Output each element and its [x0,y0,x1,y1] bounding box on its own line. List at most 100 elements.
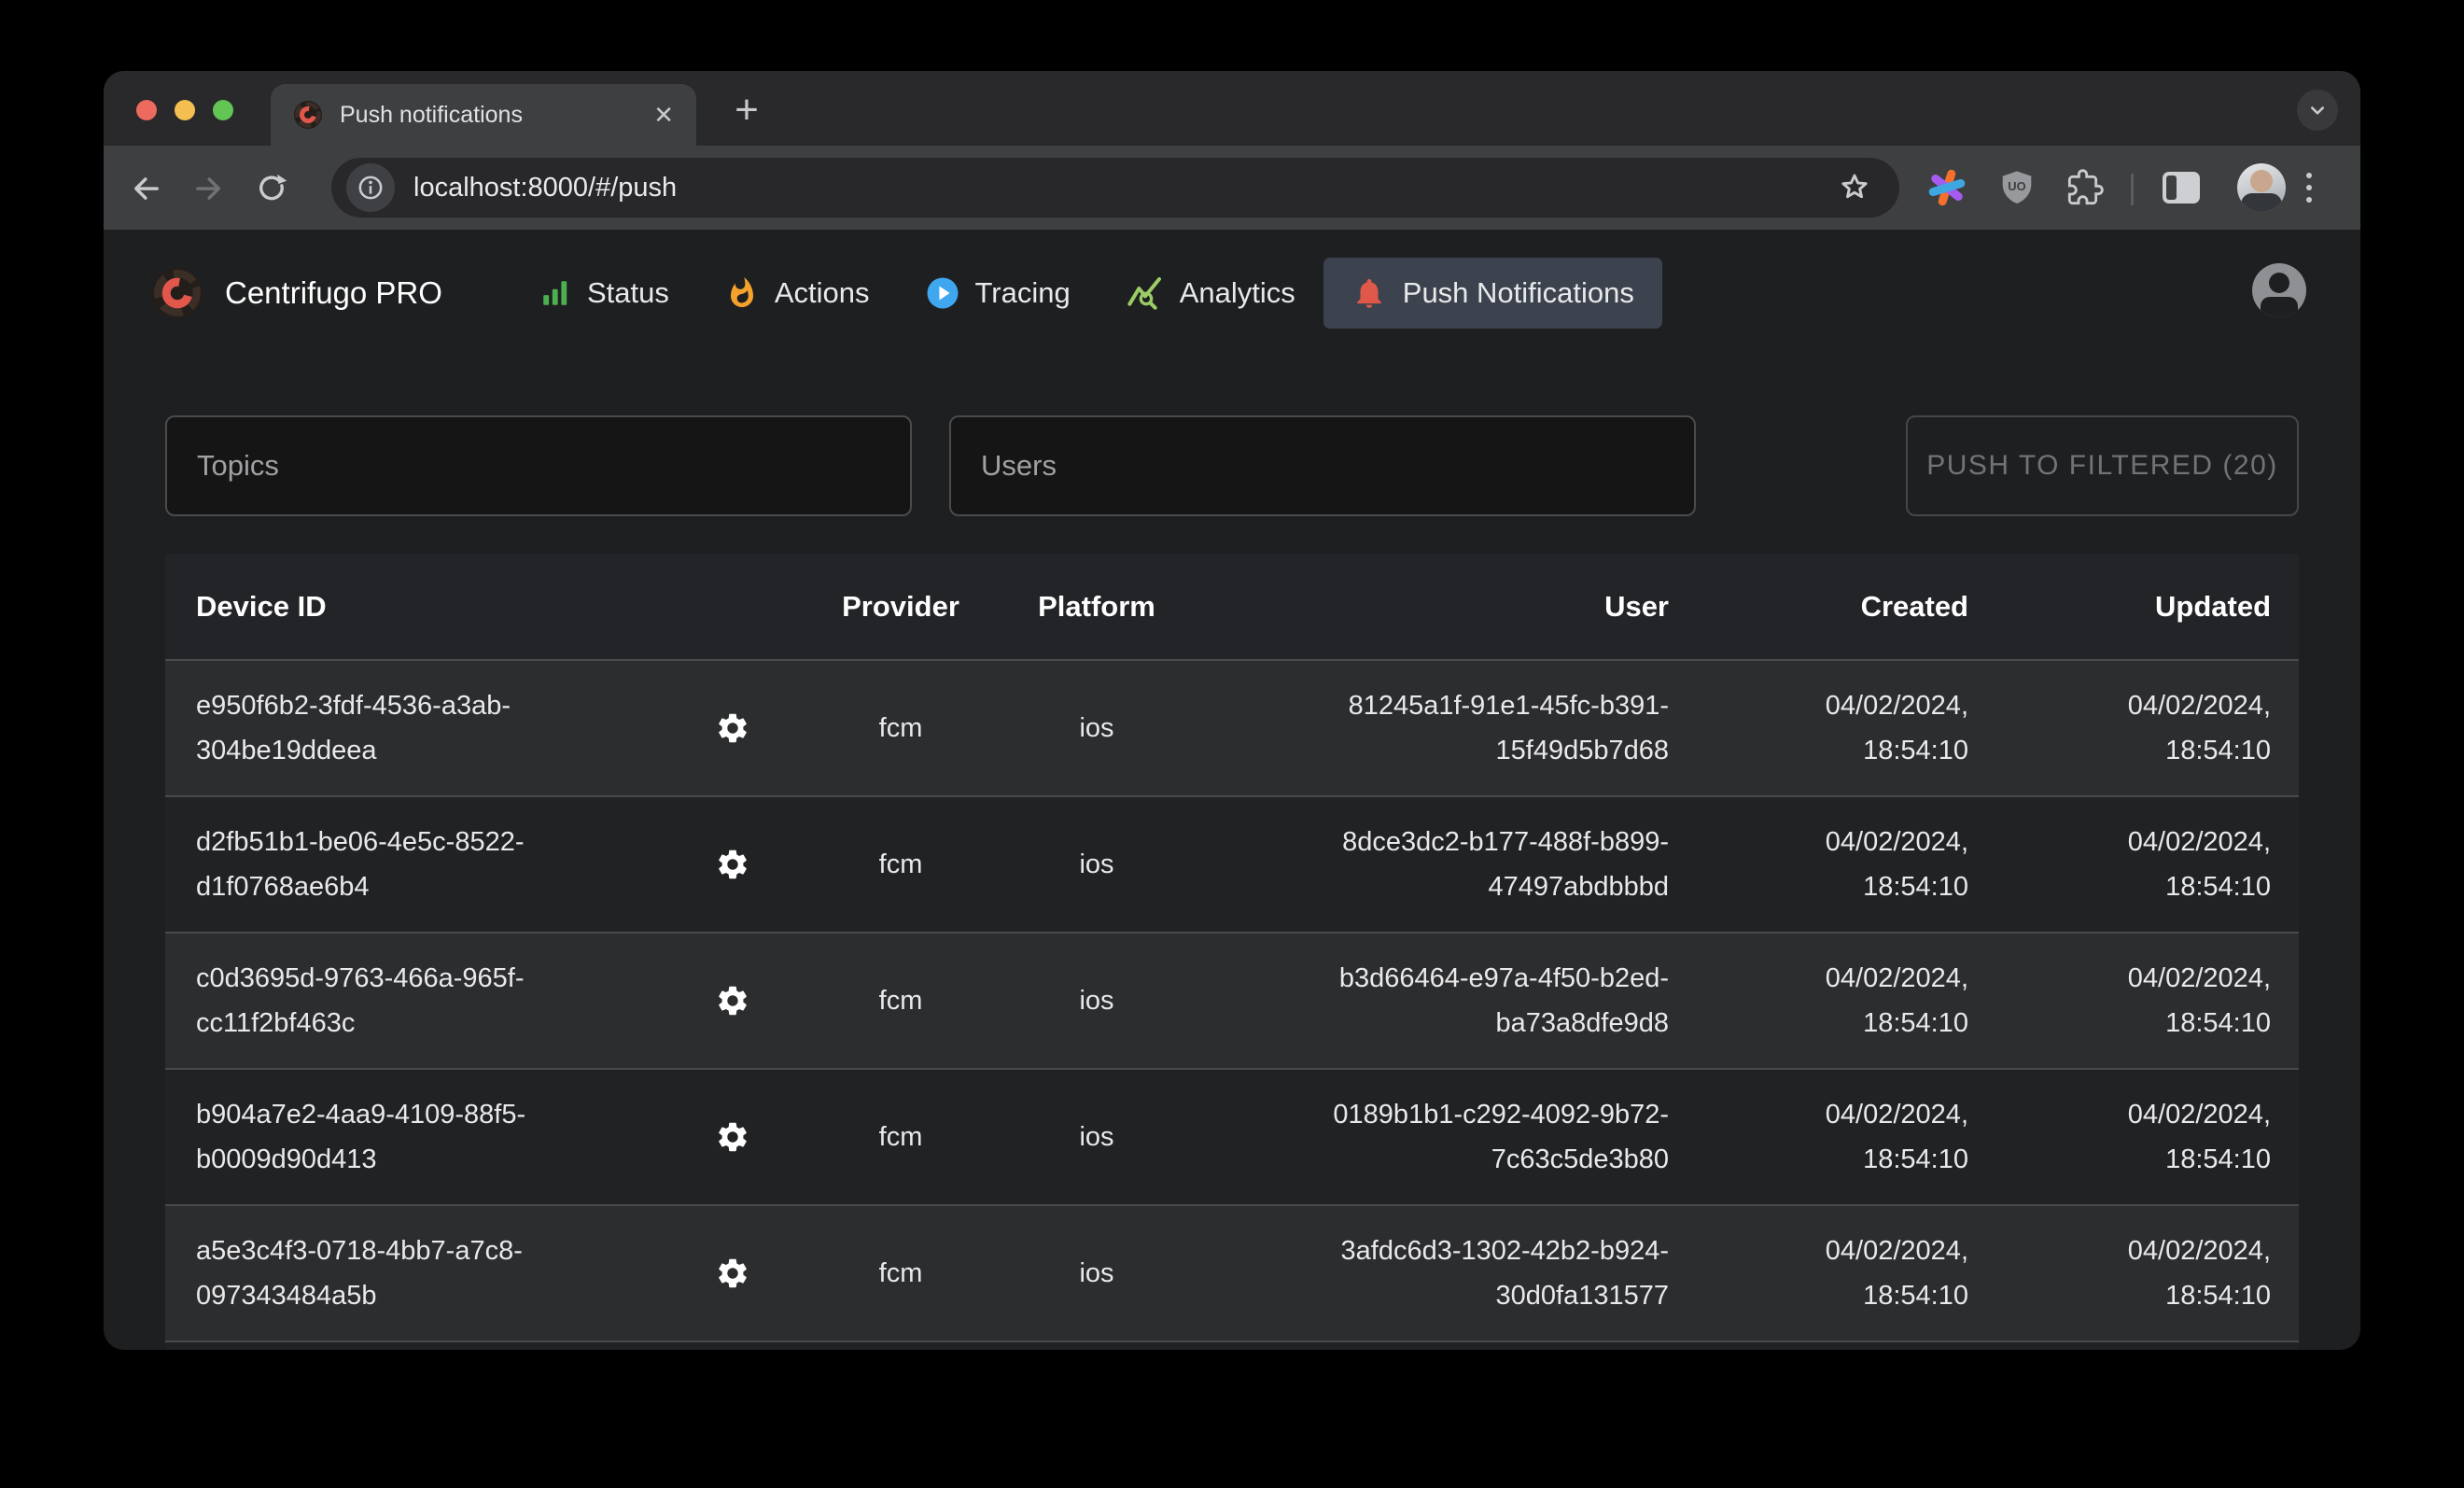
nav-item-tracing[interactable]: Tracing [898,258,1099,329]
created-cell: 04/02/2024, 18:54:10 [1700,956,1968,1046]
user-cell: 3afdc6d3-1302-42b2-b924-30d0fa131577 [1195,1228,1700,1318]
table-row: c0d3695d-9763-466a-965f-cc11f2bf463c fcm… [165,934,2299,1070]
tab-close-icon[interactable]: ✕ [653,103,674,127]
table-row: b904a7e2-4aa9-4109-88f5-b0009d90d413 fcm… [165,1070,2299,1206]
user-cell: 8dce3dc2-b177-488f-b899-47497abdbbbd [1195,820,1700,909]
users-input[interactable] [949,415,1696,516]
gear-icon [715,1119,750,1155]
kebab-dot [2306,197,2312,203]
back-button[interactable] [130,172,163,205]
device-id-cell: d2fb51b1-be06-4e5c-8522-d1f0768ae6b4 [165,820,663,909]
gear-icon [715,1256,750,1291]
platform-cell: ios [999,1258,1195,1289]
reload-icon [255,172,288,205]
back-arrow-icon [130,172,163,205]
provider-cell: fcm [803,986,999,1017]
bookmark-star-button[interactable] [1838,171,1871,204]
user-cell: 81245a1f-91e1-45fc-b391-15f49d5b7d68 [1195,683,1700,773]
toolbar-divider [2131,174,2134,205]
browser-tab[interactable]: Push notifications ✕ [271,84,696,146]
kebab-dot [2306,173,2312,178]
updated-cell: 04/02/2024, 18:54:10 [1968,1228,2299,1318]
nav-label: Actions [775,276,870,310]
device-settings-button[interactable] [663,847,803,882]
col-header-provider: Provider [803,590,999,624]
device-id-cell: b904a7e2-4aa9-4109-88f5-b0009d90d413 [165,1092,663,1182]
device-settings-button[interactable] [663,1119,803,1155]
updated-cell: 04/02/2024, 18:54:10 [1968,956,2299,1046]
brand-name: Centrifugo PRO [225,275,442,311]
table-row-clipped [165,1342,2299,1350]
device-id-cell: e950f6b2-3fdf-4536-a3ab-304be19ddeea [165,683,663,773]
provider-cell: fcm [803,1122,999,1153]
gear-icon [715,847,750,882]
bar-chart-icon [539,277,571,309]
new-tab-button[interactable]: + [723,88,770,134]
info-icon [355,172,386,204]
star-icon [1838,171,1871,204]
analytics-zigzag-icon [1127,274,1164,312]
tab-title: Push notifications [340,102,653,129]
puzzle-icon [2066,169,2104,206]
table-row: a5e3c4f3-0718-4bb7-a7c8-097343484a5b fcm… [165,1206,2299,1342]
table-row: d2fb51b1-be06-4e5c-8522-d1f0768ae6b4 fcm… [165,797,2299,934]
platform-cell: ios [999,986,1195,1017]
table-row: e950f6b2-3fdf-4536-a3ab-304be19ddeea fcm… [165,661,2299,797]
side-panel-button[interactable] [2163,172,2200,204]
browser-menu-button[interactable] [2306,173,2312,203]
device-id-cell: c0d3695d-9763-466a-965f-cc11f2bf463c [165,956,663,1046]
platform-cell: ios [999,849,1195,880]
user-cell: b3d66464-e97a-4f50-b2ed-ba73a8dfe9d8 [1195,956,1700,1046]
device-settings-button[interactable] [663,710,803,746]
site-info-button[interactable] [346,163,395,212]
window-minimize-button[interactable] [175,100,195,120]
created-cell: 04/02/2024, 18:54:10 [1700,1228,1968,1318]
window-close-button[interactable] [136,100,157,120]
ublock-extension-button[interactable]: UO [1998,169,2036,206]
browser-window: Push notifications ✕ + [104,71,2360,1350]
nav-label: Analytics [1180,276,1295,310]
user-avatar[interactable] [2252,263,2306,317]
browser-profile-avatar[interactable] [2237,163,2286,212]
platform-cell: ios [999,1122,1195,1153]
reload-button[interactable] [255,172,288,205]
address-bar[interactable]: localhost:8000/#/push [331,158,1899,218]
provider-cell: fcm [803,1258,999,1289]
extension-asterisk-button[interactable] [1926,167,1967,208]
platform-cell: ios [999,713,1195,744]
url-text[interactable]: localhost:8000/#/push [413,173,1838,204]
brand[interactable]: Centrifugo PRO [150,266,442,320]
gear-icon [715,710,750,746]
topics-input[interactable] [165,415,912,516]
provider-cell: fcm [803,713,999,744]
nav-label: Status [587,276,669,310]
devices-table: Device ID Provider Platform User Created… [165,554,2299,1350]
gear-icon [715,983,750,1018]
nav-item-analytics[interactable]: Analytics [1099,258,1323,329]
push-to-filtered-button[interactable]: PUSH TO FILTERED (20) [1906,415,2299,516]
forward-button[interactable] [191,172,225,205]
chevron-down-icon [2305,98,2330,122]
provider-cell: fcm [803,849,999,880]
screen: Push notifications ✕ + [0,0,2464,1488]
table-header: Device ID Provider Platform User Created… [165,554,2299,661]
forward-arrow-icon [191,172,225,205]
play-circle-icon [926,276,959,310]
centrifugo-favicon [293,100,323,130]
updated-cell: 04/02/2024, 18:54:10 [1968,820,2299,909]
user-cell: 0189b1b1-c292-4092-9b72-7c63c5de3b80 [1195,1092,1700,1182]
app-navbar: Centrifugo PRO Status Actions [150,254,1662,332]
flame-icon [725,276,759,310]
window-zoom-button[interactable] [213,100,233,120]
created-cell: 04/02/2024, 18:54:10 [1700,683,1968,773]
tab-search-button[interactable] [2297,90,2338,131]
extensions-menu-button[interactable] [2066,169,2104,206]
created-cell: 04/02/2024, 18:54:10 [1700,820,1968,909]
device-settings-button[interactable] [663,1256,803,1291]
nav-item-actions[interactable]: Actions [697,258,898,329]
nav-item-status[interactable]: Status [511,258,697,329]
updated-cell: 04/02/2024, 18:54:10 [1968,683,2299,773]
col-header-user: User [1195,590,1700,624]
nav-item-push-notifications[interactable]: Push Notifications [1323,258,1662,329]
device-settings-button[interactable] [663,983,803,1018]
